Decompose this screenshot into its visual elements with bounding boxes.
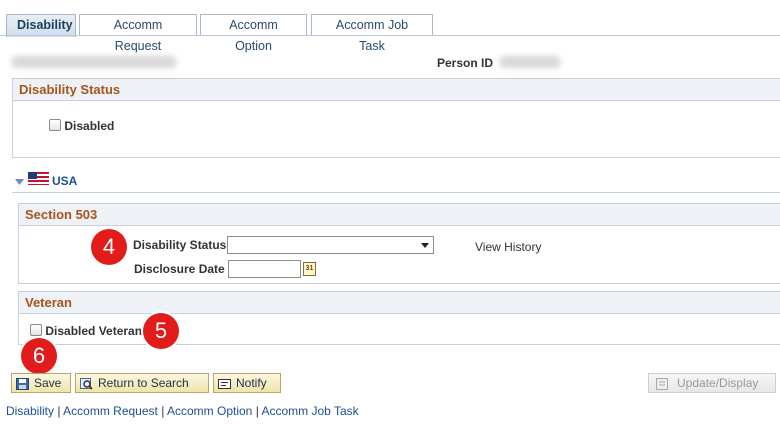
country-toggle-icon[interactable] xyxy=(15,175,24,189)
calendar-icon[interactable]: 31 xyxy=(303,262,316,276)
disclosure-date-label: Disclosure Date xyxy=(134,262,225,276)
footer-separator: | xyxy=(161,404,165,418)
section-503-title: Section 503 xyxy=(19,204,780,226)
disability-status-select[interactable] xyxy=(227,236,434,254)
tab-accomm-request[interactable]: Accomm Request xyxy=(79,14,197,53)
country-label[interactable]: USA xyxy=(52,174,77,188)
tab-bar: Disability Accomm Request Accomm Option … xyxy=(0,0,780,53)
step-badge-6: 6 xyxy=(21,338,57,374)
disabled-checkbox[interactable] xyxy=(49,119,61,131)
footer-links: Disability | Accomm Request | Accomm Opt… xyxy=(6,404,359,418)
save-icon xyxy=(16,377,29,390)
tab-accomm-option[interactable]: Accomm Option xyxy=(200,14,307,53)
tab-bar-divider xyxy=(0,35,780,36)
calendar-icon-day: 31 xyxy=(305,265,314,272)
save-button-label: Save xyxy=(34,376,62,390)
update-display-label: Update/Display xyxy=(677,376,759,390)
footer-link-accomm-job-task[interactable]: Accomm Job Task xyxy=(262,404,359,418)
disclosure-date-input[interactable] xyxy=(228,260,301,278)
person-id-label: Person ID xyxy=(437,56,494,70)
disability-status-field-label: Disability Status xyxy=(133,238,227,252)
footer-link-accomm-option[interactable]: Accomm Option xyxy=(167,404,252,418)
notify-icon xyxy=(218,377,231,389)
update-display-button[interactable]: Update/Display xyxy=(648,373,776,393)
disability-status-group: Disability Status Disabled xyxy=(12,78,780,158)
disabled-checkbox-row: Disabled xyxy=(49,119,114,134)
disability-status-title: Disability Status xyxy=(13,79,780,101)
disabled-veteran-label: Disabled Veteran xyxy=(45,324,143,338)
step-badge-5: 5 xyxy=(143,313,179,349)
footer-separator: | xyxy=(57,404,61,418)
return-to-search-label: Return to Search xyxy=(98,376,189,390)
return-to-search-icon xyxy=(80,377,93,390)
tab-accomm-job-task[interactable]: Accomm Job Task xyxy=(311,14,433,53)
us-flag-icon xyxy=(28,172,49,185)
footer-separator: | xyxy=(255,404,259,418)
footer-link-accomm-request[interactable]: Accomm Request xyxy=(63,404,158,418)
step-badge-4: 4 xyxy=(91,229,127,265)
save-button[interactable]: Save xyxy=(11,373,71,393)
country-divider xyxy=(12,192,780,193)
notify-button[interactable]: Notify xyxy=(213,373,281,393)
return-to-search-button[interactable]: Return to Search xyxy=(75,373,209,393)
footer-link-disability[interactable]: Disability xyxy=(6,404,54,418)
disabled-veteran-row: Disabled Veteran xyxy=(30,324,142,339)
tab-disability[interactable]: Disability xyxy=(6,14,76,37)
tab-disability-label: Disability xyxy=(17,18,73,32)
view-history-link[interactable]: View History xyxy=(475,240,541,254)
chevron-down-icon xyxy=(421,243,429,248)
disabled-label: Disabled xyxy=(64,119,115,133)
update-display-icon xyxy=(656,377,669,390)
veteran-title: Veteran xyxy=(19,292,780,314)
disabled-veteran-checkbox[interactable] xyxy=(30,324,42,336)
person-id-value-redacted xyxy=(500,56,560,68)
notify-button-label: Notify xyxy=(236,376,267,390)
person-name-redacted xyxy=(12,56,176,68)
